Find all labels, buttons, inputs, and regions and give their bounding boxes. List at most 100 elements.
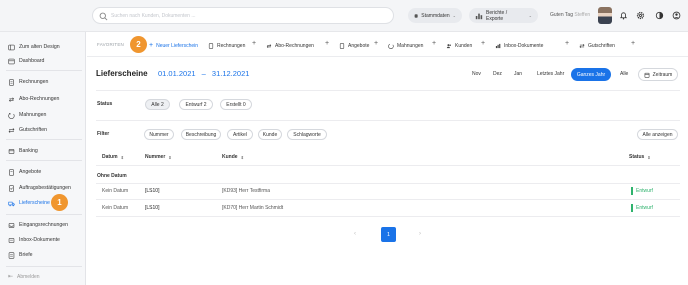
show-all-button[interactable]: Alle anzeigen — [637, 129, 678, 140]
quote-icon — [9, 168, 14, 176]
sidebar-item-gutschriften[interactable]: Gutschriften — [8, 125, 47, 135]
fav-label: Neuer Lieferschein — [156, 42, 199, 49]
logout-button[interactable]: ⇤ Abmelden — [8, 273, 40, 281]
sidebar-item-label: Auftragsbestätigungen — [19, 185, 71, 191]
bank-icon — [8, 148, 15, 154]
reminder-icon — [8, 112, 15, 119]
filter-schlagworte[interactable]: Schlagworte — [287, 129, 327, 140]
status-filter-draft[interactable]: Entwurf 2 — [179, 99, 213, 110]
sidebar-item-briefe[interactable]: Briefe — [8, 250, 33, 260]
divider — [96, 90, 680, 91]
filter-kunde[interactable]: Kunde — [258, 129, 282, 140]
filter-artikel[interactable]: Artikel — [227, 129, 253, 140]
swap-icon — [8, 127, 15, 133]
search-bar[interactable]: Suchen nach Kunden, Dokumenten ... — [92, 7, 394, 24]
page-1-button[interactable]: 1 — [381, 227, 396, 242]
add-fav-button[interactable]: + — [374, 40, 378, 47]
filter-beschreibung[interactable]: Beschreibung — [181, 129, 221, 140]
fav-mahnungen[interactable]: Mahnungen — [388, 41, 423, 50]
cell-datum: Kein Datum — [102, 188, 129, 194]
filter-label: Filter — [97, 131, 110, 137]
sidebar-item-angebote[interactable]: Angebote — [8, 167, 41, 177]
date-range[interactable]: 01.01.2021 – 31.12.2021 — [158, 69, 249, 78]
gear-icon[interactable] — [636, 11, 645, 20]
logout-label: Abmelden — [17, 273, 40, 280]
sidebar-item-eingangsrechnungen[interactable]: Eingangsrechnungen — [8, 220, 68, 230]
fav-abo-rechnungen[interactable]: Abo-Rechnungen — [266, 41, 314, 50]
fav-rechnungen[interactable]: Rechnungen — [208, 41, 245, 50]
add-fav-button[interactable]: + — [325, 40, 329, 47]
document-icon — [9, 78, 14, 86]
col-header-label: Datum — [102, 154, 118, 160]
period-nov[interactable]: Nov — [472, 71, 481, 77]
row-divider — [96, 183, 680, 184]
sidebar-item-label: Eingangsrechnungen — [19, 222, 69, 228]
status-badge: Entwurf — [631, 187, 653, 195]
truck-icon — [8, 201, 15, 206]
col-header-kunde[interactable]: Kunde ⇕ — [222, 154, 244, 160]
sidebar-item-lieferscheine[interactable]: Lieferscheine — [8, 198, 50, 208]
col-header-status[interactable]: Status ⇕ — [629, 154, 651, 160]
step-badge-1: 1 — [51, 194, 68, 211]
quote-icon — [339, 42, 345, 49]
user-icon[interactable] — [672, 11, 681, 20]
status-filter-all[interactable]: Alle 2 — [145, 99, 170, 110]
repeat-icon — [8, 97, 15, 102]
cell-nummer: [LS10] — [145, 205, 160, 211]
prev-page-button[interactable]: ‹ — [354, 231, 356, 237]
fav-label: Inbox-Dokumente — [504, 42, 544, 49]
period-jan[interactable]: Jan — [514, 71, 522, 77]
period-all[interactable]: Alle — [620, 71, 628, 77]
period-full-year[interactable]: Ganzes Jahr — [571, 68, 611, 81]
berichte-button[interactable]: Berichte / Exporte ⌄ — [469, 8, 538, 23]
col-header-nummer[interactable]: Nummer ⇕ — [145, 154, 172, 160]
status-badge: Entwurf — [631, 204, 653, 212]
fav-neuer-lieferschein[interactable]: + Neuer Lieferschein — [149, 41, 198, 50]
sidebar-item-auftragsbestaetigungen[interactable]: Auftragsbestätigungen — [8, 183, 71, 193]
col-header-label: Status — [629, 154, 645, 160]
logout-icon: ⇤ — [8, 274, 14, 280]
sidebar-item-inbox-dokumente[interactable]: Inbox-Dokumente — [8, 235, 60, 245]
period-dez[interactable]: Dez — [493, 71, 502, 77]
zeitraum-button[interactable]: Zeitraum — [638, 68, 678, 81]
zeitraum-label: Zeitraum — [652, 71, 673, 78]
sidebar-item-label: Angebote — [19, 169, 42, 175]
add-fav-button[interactable]: + — [565, 40, 569, 47]
document-icon — [208, 42, 214, 49]
add-fav-button[interactable]: + — [481, 40, 485, 47]
col-header-label: Nummer — [145, 154, 166, 160]
sort-icon: ⇕ — [240, 154, 244, 160]
filter-nummer[interactable]: Nummer — [144, 129, 174, 140]
sidebar-item-old-design[interactable]: Zum alten Design — [8, 42, 60, 52]
fav-gutschriften[interactable]: Gutschriften — [579, 41, 615, 50]
sidebar-item-mahnungen[interactable]: Mahnungen — [8, 110, 46, 120]
theme-icon[interactable] — [655, 11, 664, 20]
sidebar-item-dashboard[interactable]: Dashboard — [8, 56, 44, 66]
status-filter-created[interactable]: Erstellt 0 — [220, 99, 252, 110]
sidebar-item-banking[interactable]: Banking — [8, 146, 38, 156]
search-icon — [99, 12, 108, 21]
col-header-datum[interactable]: Datum ⇕ — [102, 154, 124, 160]
fav-angebote[interactable]: Angebote — [339, 41, 369, 50]
date-from: 01.01.2021 — [158, 69, 196, 78]
period-last-year[interactable]: Letztes Jahr — [537, 71, 564, 77]
avatar[interactable] — [598, 7, 612, 24]
stammdaten-button[interactable]: Stammdaten ⌄ — [408, 8, 462, 23]
fav-label: Mahnungen — [397, 42, 424, 49]
fav-inbox-dokumente[interactable]: Inbox-Dokumente — [495, 41, 543, 50]
cell-kunde: [KD70] Herr Martin Schmidt — [222, 205, 284, 211]
fav-kunden[interactable]: Kunden — [446, 41, 472, 50]
sidebar-item-label: Zum alten Design — [19, 44, 60, 50]
add-fav-button[interactable]: + — [631, 40, 635, 47]
bell-icon[interactable] — [619, 11, 628, 20]
add-fav-button[interactable]: + — [252, 40, 256, 47]
users-icon — [446, 43, 451, 48]
divider — [96, 165, 680, 166]
sidebar-item-rechnungen[interactable]: Rechnungen — [8, 77, 48, 87]
sidebar-item-abo-rechnungen[interactable]: Abo-Rechnungen — [8, 94, 59, 104]
calendar-icon — [644, 72, 650, 78]
sidebar-divider — [6, 160, 82, 161]
cell-kunde: [KD93] Herr Testfirma — [222, 188, 270, 194]
add-fav-button[interactable]: + — [432, 40, 436, 47]
next-page-button[interactable]: › — [419, 231, 421, 237]
